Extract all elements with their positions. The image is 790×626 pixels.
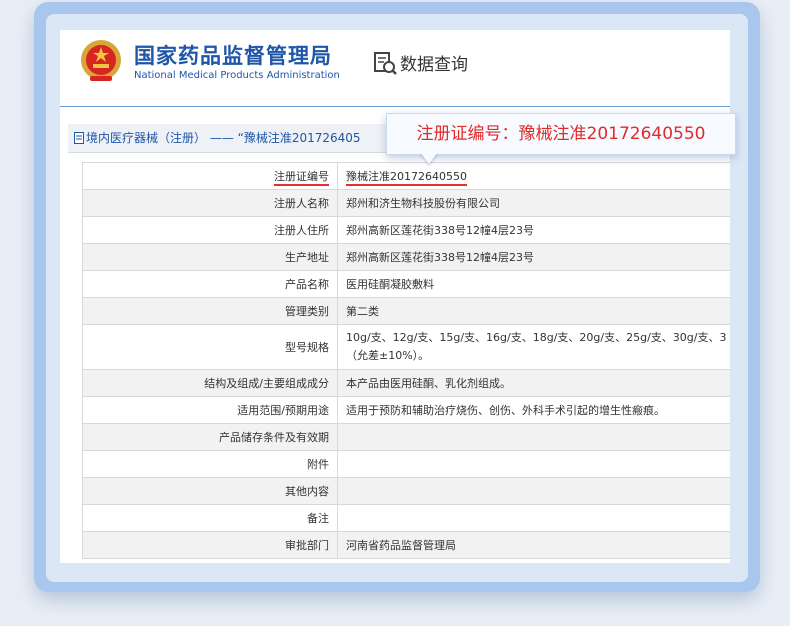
table-row: 注册人住所 郑州高新区莲花街338号12幢4层23号 <box>82 216 730 244</box>
breadcrumb-text[interactable]: 境内医疗器械（注册） —— “豫械注准201726405 <box>86 131 361 145</box>
row-value: 第二类 <box>337 297 730 325</box>
table-row: 结构及组成/主要组成成分 本产品由医用硅酮、乳化剂组成。 <box>82 369 730 397</box>
query-doc-icon <box>374 52 397 75</box>
web-page: 国家药品监督管理局 National Medical Products Admi… <box>60 30 730 563</box>
table-row: 注册证编号 豫械注准20172640550 <box>82 162 730 190</box>
query-label[interactable]: 数据查询 <box>400 50 468 75</box>
row-label: 管理类别 <box>82 297 338 325</box>
row-label: 型号规格 <box>82 324 338 370</box>
row-value <box>337 450 730 478</box>
row-label: 注册人住所 <box>82 216 338 244</box>
table-row: 附件 <box>82 450 730 478</box>
row-value <box>337 423 730 451</box>
row-value: 郑州和济生物科技股份有限公司 <box>337 189 730 217</box>
table-row: 管理类别 第二类 <box>82 297 730 325</box>
row-label: 产品储存条件及有效期 <box>82 423 338 451</box>
row-label: 生产地址 <box>82 243 338 271</box>
row-value: 10g/支、12g/支、15g/支、16g/支、18g/支、20g/支、25g/… <box>346 331 727 344</box>
row-label: 注册证编号 <box>274 170 329 186</box>
document-icon <box>74 132 84 144</box>
row-label: 结构及组成/主要组成成分 <box>82 369 338 397</box>
table-row: 产品名称 医用硅酮凝胶敷料 <box>82 270 730 298</box>
table-row: 备注 <box>82 504 730 532</box>
row-value <box>337 504 730 532</box>
row-label: 备注 <box>82 504 338 532</box>
row-value: 河南省药品监督管理局 <box>337 531 730 559</box>
table-row: 产品储存条件及有效期 <box>82 423 730 451</box>
row-value: 本产品由医用硅酮、乳化剂组成。 <box>337 369 730 397</box>
row-label: 适用范围/预期用途 <box>82 396 338 424</box>
row-value: 适用于预防和辅助治疗烧伤、创伤、外科手术引起的增生性瘢痕。 <box>337 396 730 424</box>
row-label: 其他内容 <box>82 477 338 505</box>
table-row: 其他内容 <box>82 477 730 505</box>
table-row: 注册人名称 郑州和济生物科技股份有限公司 <box>82 189 730 217</box>
row-label: 注册人名称 <box>82 189 338 217</box>
table-row: 审批部门 河南省药品监督管理局 <box>82 531 730 559</box>
callout-pointer <box>420 152 438 164</box>
row-value: 豫械注准20172640550 <box>346 170 467 186</box>
site-header: 国家药品监督管理局 National Medical Products Admi… <box>60 30 730 107</box>
row-label: 产品名称 <box>82 270 338 298</box>
row-value: 郑州高新区莲花街338号12幢4层23号 <box>337 216 730 244</box>
row-label: 附件 <box>82 450 338 478</box>
table-row: 型号规格 10g/支、12g/支、15g/支、16g/支、18g/支、20g/支… <box>82 324 730 370</box>
table-row: 生产地址 郑州高新区莲花街338号12幢4层23号 <box>82 243 730 271</box>
row-value <box>337 477 730 505</box>
registration-callout: 注册证编号：豫械注准20172640550 <box>386 113 736 155</box>
row-value-continued: （允差±10%）。 <box>346 349 430 362</box>
org-name-cn: 国家药品监督管理局 <box>134 44 332 68</box>
row-value: 郑州高新区莲花街338号12幢4层23号 <box>337 243 730 271</box>
row-label: 审批部门 <box>82 531 338 559</box>
table-row: 适用范围/预期用途 适用于预防和辅助治疗烧伤、创伤、外科手术引起的增生性瘢痕。 <box>82 396 730 424</box>
row-value: 医用硅酮凝胶敷料 <box>337 270 730 298</box>
org-name-en: National Medical Products Administration <box>134 70 340 81</box>
national-emblem-icon <box>81 40 121 81</box>
detail-table: 注册证编号 豫械注准20172640550 注册人名称 郑州和济生物科技股份有限… <box>82 162 730 559</box>
